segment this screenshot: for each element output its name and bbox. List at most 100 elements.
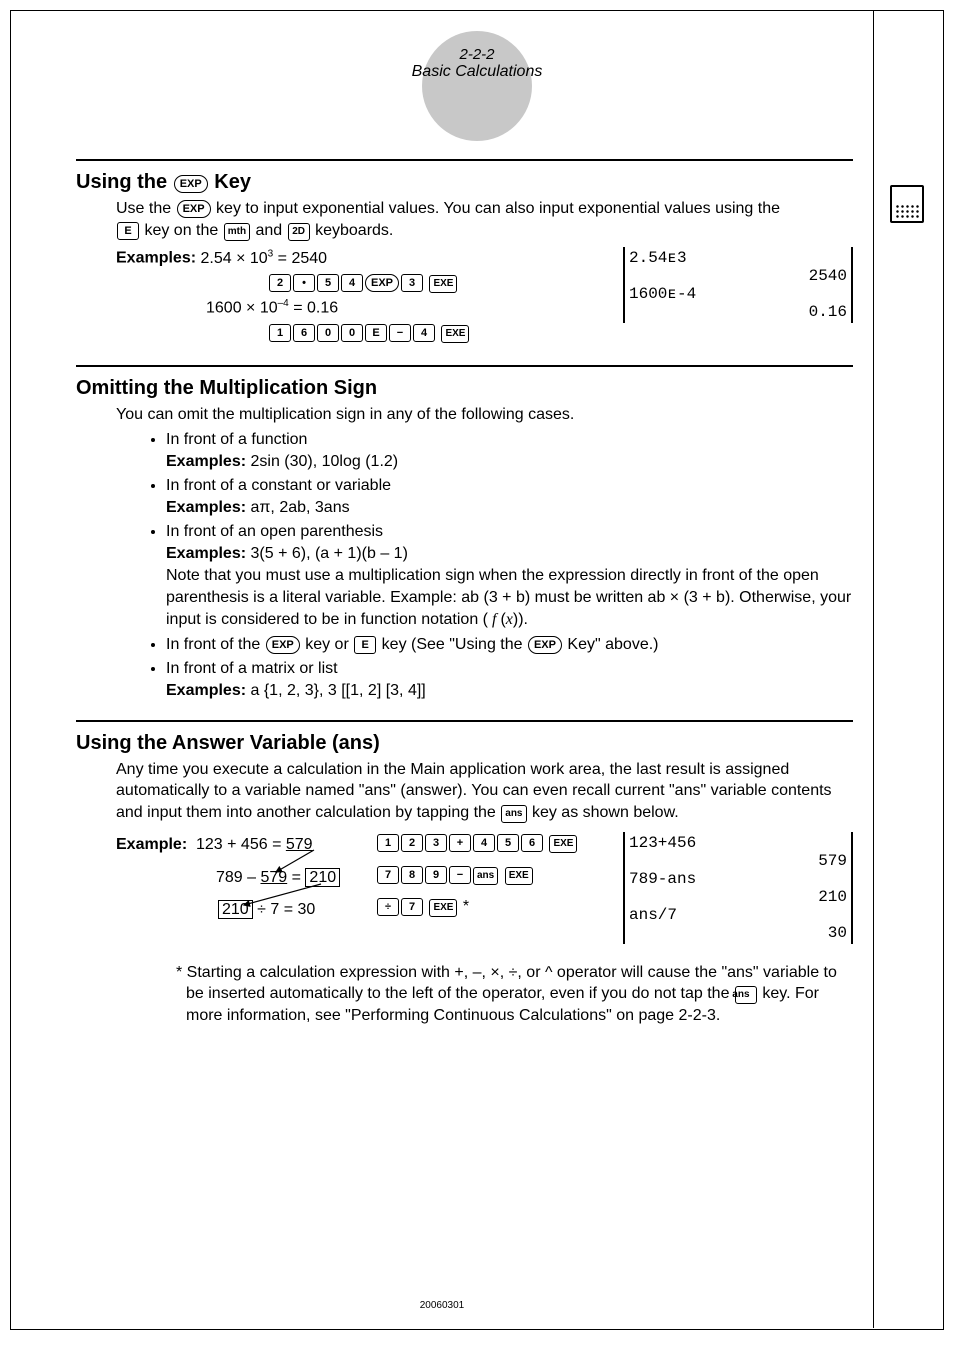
- mth-key: mth: [224, 223, 250, 241]
- calculator-icon: [890, 185, 924, 223]
- ex2-keys: 1600E−4 EXE: [268, 322, 853, 344]
- ans-key: ans: [735, 986, 757, 1004]
- bullet-3: In front of an open parenthesis Examples…: [166, 521, 853, 631]
- exp-key: EXP: [528, 636, 562, 654]
- exe-key: EXE: [429, 899, 457, 917]
- scr-line: 1600ᴇ-4: [629, 285, 847, 303]
- t: key (See "Using the: [377, 636, 527, 653]
- key-2: 2: [269, 274, 291, 292]
- t: a {1, 2, 3}, 3 [[1, 2] [3, 4]]: [246, 682, 426, 699]
- bullet-5: In front of a matrix or list Examples: a…: [166, 658, 853, 702]
- calc-screen-2: 123+456 579 789-ans 210 ans/7 30: [623, 832, 853, 944]
- content-area: Using the EXP Key Use the EXP key to inp…: [76, 151, 853, 1029]
- bullet-2: In front of a constant or variable Examp…: [166, 475, 853, 519]
- exp-key: EXP: [365, 274, 399, 292]
- t: Any time you execute a calculation in th…: [116, 761, 832, 821]
- calc-screen-1: 2.54ᴇ3 2540 1600ᴇ-4 0.16: [623, 247, 853, 323]
- key-0: 0: [341, 324, 363, 342]
- key-3: 3: [425, 834, 447, 852]
- t: key to input exponential values. You can…: [212, 200, 780, 217]
- section-heading-exp: Using the EXP Key: [76, 171, 853, 194]
- t: =: [287, 869, 305, 886]
- t: key on the: [140, 222, 223, 239]
- key-minus: −: [449, 866, 471, 884]
- page-header: 2-2-2 Basic Calculations: [377, 11, 577, 81]
- t: 579: [260, 869, 287, 886]
- exp-key: EXP: [174, 175, 208, 193]
- key-8: 8: [401, 866, 423, 884]
- key-9: 9: [425, 866, 447, 884]
- bullet-1: In front of a function Examples: 2sin (3…: [166, 429, 853, 473]
- t: In front of a matrix or list: [166, 660, 338, 677]
- sec3-example-row: Example: 123 + 456 = 579 789 – 579 = 210…: [76, 832, 853, 922]
- ans-key: ans: [501, 805, 526, 823]
- t: 3(5 + 6), (a + 1)(b – 1): [246, 545, 408, 562]
- bullet-4: In front of the EXP key or E key (See "U…: [166, 634, 853, 656]
- boxed-210: 210: [218, 900, 253, 920]
- 2d-key: 2D: [288, 223, 310, 241]
- boxed-210: 210: [305, 868, 340, 888]
- sec2-list: In front of a function Examples: 2sin (3…: [76, 429, 853, 702]
- x-ital: x: [506, 611, 513, 628]
- label: Examples:: [166, 682, 246, 699]
- t: key as shown below.: [528, 804, 679, 821]
- section-heading-ans: Using the Answer Variable (ans): [76, 732, 853, 755]
- scr-line: 30: [629, 924, 847, 942]
- exp-key: EXP: [177, 200, 211, 218]
- footer-date: 20060301: [11, 1300, 873, 1311]
- key-6: 6: [293, 324, 315, 342]
- e-key: E: [354, 636, 376, 654]
- t: In front of a function: [166, 431, 307, 448]
- t: key or: [301, 636, 353, 653]
- ex3-line1: 123 + 456 = 579: [196, 836, 313, 854]
- exp-key: EXP: [266, 636, 300, 654]
- t: 789 –: [216, 869, 260, 886]
- sec3-footnote: * Starting a calculation expression with…: [176, 962, 853, 1027]
- divider: [76, 365, 853, 367]
- key-4: 4: [413, 324, 435, 342]
- scr-line: 123+456: [629, 834, 847, 852]
- key-1: 1: [377, 834, 399, 852]
- t: keyboards.: [311, 222, 394, 239]
- fx-ital: f: [488, 611, 500, 628]
- key-5: 5: [497, 834, 519, 852]
- heading-text: Using the: [76, 171, 167, 193]
- key-div: ÷: [377, 898, 399, 916]
- exe-key: EXE: [441, 325, 469, 343]
- key-plus: +: [449, 834, 471, 852]
- scr-line: 0.16: [629, 303, 847, 321]
- t: ÷ 7 = 30: [253, 901, 316, 918]
- exe-key: EXE: [429, 275, 457, 293]
- t: ).: [518, 611, 528, 628]
- key-4: 4: [473, 834, 495, 852]
- scr-line: ans/7: [629, 906, 847, 924]
- key-4: 4: [341, 274, 363, 292]
- examples-label: Examples:: [116, 250, 196, 267]
- t: 2sin (30), 10log (1.2): [246, 453, 398, 470]
- scr-line: 2.54ᴇ3: [629, 249, 847, 267]
- exe-key: EXE: [549, 835, 577, 853]
- key-dot: •: [293, 274, 315, 292]
- divider: [76, 159, 853, 161]
- key-7: 7: [377, 866, 399, 884]
- ex3-keys-1: 123+456 EXE: [376, 834, 578, 853]
- t: and: [251, 222, 287, 239]
- ex3-line3: 210 ÷ 7 = 30: [218, 900, 315, 920]
- sec3-intro: Any time you execute a calculation in th…: [116, 759, 853, 824]
- key-2: 2: [401, 834, 423, 852]
- ex1-eq: 2.54 × 103 = 2540: [201, 250, 328, 267]
- example-label: Example:: [116, 836, 187, 854]
- key-6: 6: [521, 834, 543, 852]
- sec1-intro: Use the EXP key to input exponential val…: [116, 198, 853, 241]
- sec1-examples: Examples: 2.54 × 103 = 2540 2•54EXP3 EXE…: [76, 247, 853, 343]
- label: Examples:: [166, 545, 246, 562]
- e-key: E: [365, 324, 387, 342]
- page-frame: 2-2-2 Basic Calculations Using the EXP K…: [10, 10, 944, 1330]
- page-title: Basic Calculations: [377, 63, 577, 81]
- scr-line: 579: [629, 852, 847, 870]
- t: In front of an open parenthesis: [166, 523, 383, 540]
- label: Examples:: [166, 453, 246, 470]
- t: Use the: [116, 200, 176, 217]
- heading-suffix: Key: [214, 171, 251, 193]
- exe-key: EXE: [505, 867, 533, 885]
